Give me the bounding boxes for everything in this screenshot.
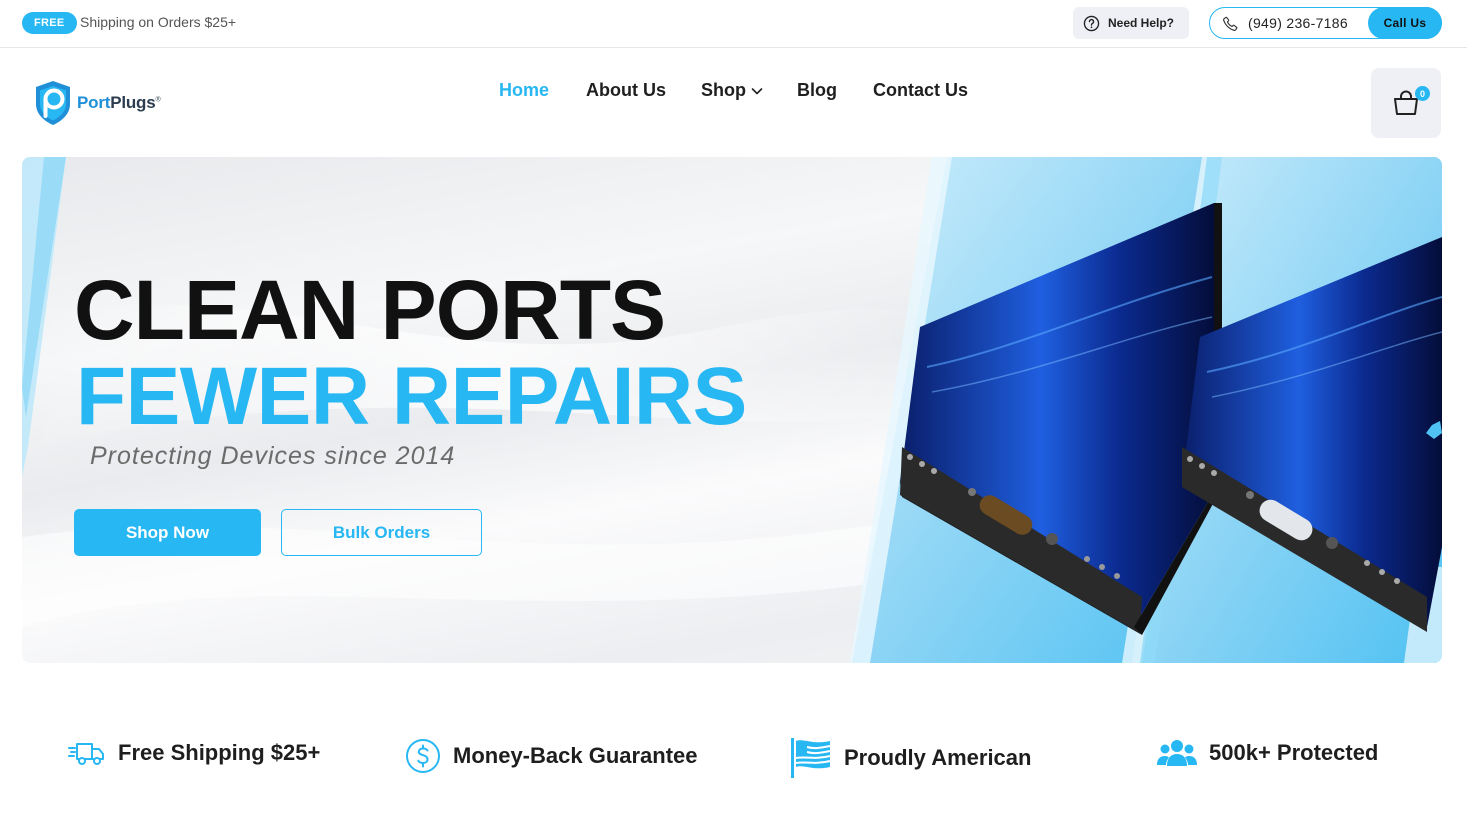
shipping-notice: Shipping on Orders $25+	[80, 14, 237, 30]
free-badge: FREE	[22, 12, 77, 34]
logo-plugs: Plugs	[110, 93, 156, 112]
logo-port: Port	[77, 93, 111, 112]
phone-icon	[1222, 15, 1239, 32]
nav-shop-label: Shop	[701, 80, 746, 100]
portplugs-logo[interactable]: PortPlugs®	[33, 80, 161, 126]
feature-label: 500k+ Protected	[1209, 740, 1379, 765]
nav-home[interactable]: Home	[499, 80, 549, 101]
american-flag-icon	[791, 738, 831, 778]
logo-wordmark: PortPlugs®	[77, 93, 161, 113]
chevron-down-icon	[751, 87, 763, 94]
cart-count-badge: 0	[1415, 86, 1430, 101]
nav-blog[interactable]: Blog	[797, 80, 837, 101]
question-circle-icon	[1083, 15, 1100, 31]
cart-button[interactable]: 0	[1371, 68, 1441, 138]
feature-money-back: Money-Back Guarantee	[405, 738, 698, 774]
delivery-truck-icon	[68, 743, 104, 765]
need-help-label: Need Help?	[1108, 16, 1175, 30]
phone-pill[interactable]: (949) 236-7186 Call Us	[1209, 6, 1442, 39]
logo-mark-icon	[36, 81, 70, 125]
nav-about-us[interactable]: About Us	[586, 80, 666, 101]
nav-shop[interactable]: Shop	[701, 80, 764, 101]
feature-free-shipping: Free Shipping $25+	[68, 738, 320, 768]
bulk-orders-button[interactable]: Bulk Orders	[281, 509, 482, 556]
hero-banner: CLEAN PORTS FEWER REPAIRS Protecting Dev…	[22, 157, 1442, 663]
feature-label: Free Shipping $25+	[118, 740, 321, 765]
feature-label: Proudly American	[844, 745, 1032, 770]
phone-number[interactable]: (949) 236-7186	[1248, 15, 1348, 31]
feature-users-protected: 500k+ Protected	[1157, 738, 1378, 768]
feature-label: Money-Back Guarantee	[453, 743, 698, 768]
logo-registered: ®	[155, 96, 161, 104]
hero-headline-line2: FEWER REPAIRS	[76, 351, 747, 442]
hero-headline-line1: CLEAN PORTS	[74, 263, 666, 357]
feature-proudly-american: Proudly American	[790, 738, 1031, 778]
dollar-circle-icon	[406, 739, 440, 773]
nav-contact-us[interactable]: Contact Us	[873, 80, 968, 101]
top-bar: FREE Shipping on Orders $25+ Need Help? …	[0, 0, 1467, 48]
users-group-icon	[1157, 740, 1197, 766]
need-help-button[interactable]: Need Help?	[1073, 7, 1189, 39]
call-us-button[interactable]: Call Us	[1368, 6, 1442, 39]
shop-now-button[interactable]: Shop Now	[74, 509, 261, 556]
hero-tagline: Protecting Devices since 2014	[90, 442, 456, 470]
